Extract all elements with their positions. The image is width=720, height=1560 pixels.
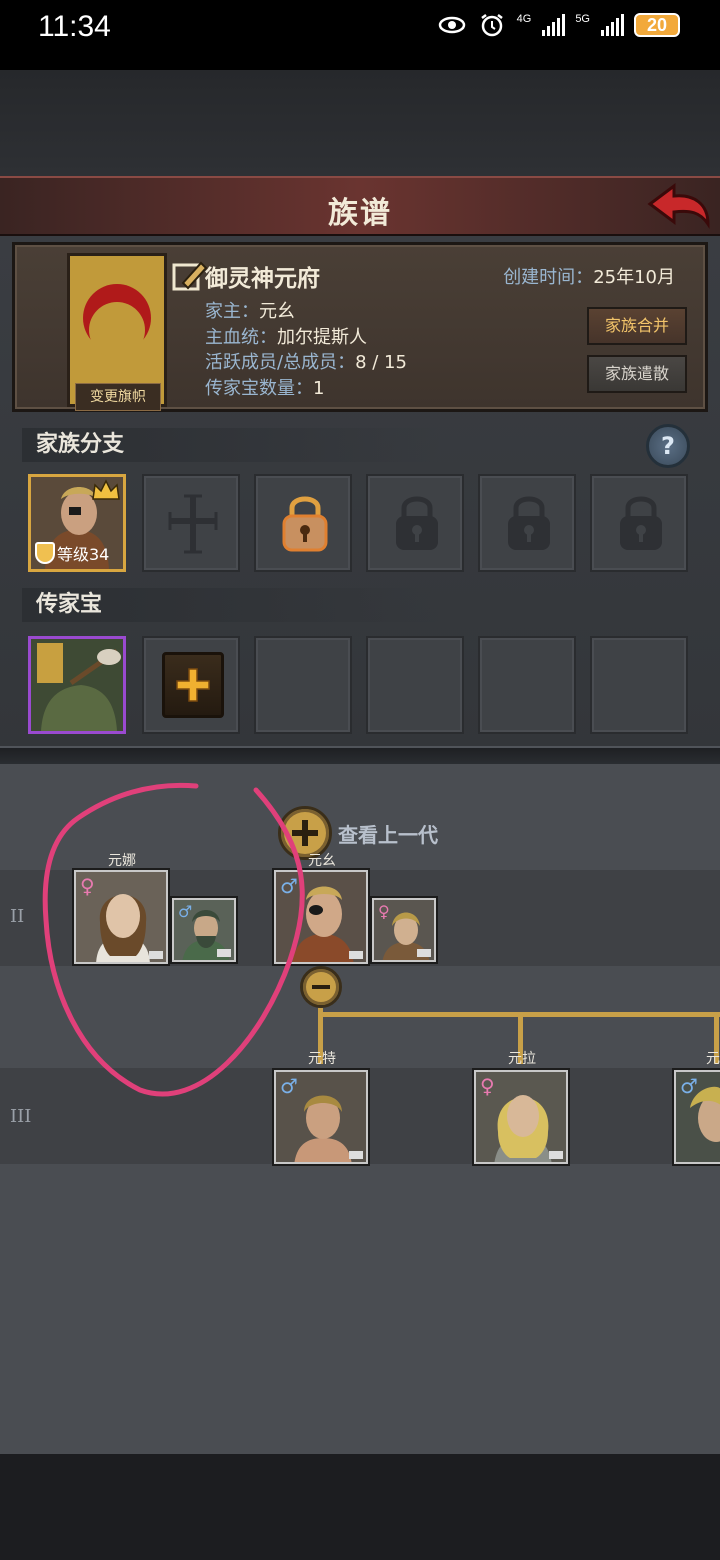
member-portrait-yuanyao[interactable]: ♂ xyxy=(274,870,368,964)
family-stats: 家主：元幺 主血统：加尔提斯人 活跃成员/总成员：8 / 15 传家宝数量：1 xyxy=(205,299,407,401)
hero-level-text: 等级34 xyxy=(57,545,110,564)
bottom-bar xyxy=(0,1454,720,1560)
head-value: 元幺 xyxy=(259,301,295,322)
generation-label-3: III xyxy=(10,1106,32,1127)
members-row: 活跃成员/总成员：8 / 15 xyxy=(205,350,407,376)
member-name: 元幺 xyxy=(308,853,336,869)
hero-level-badge: 等级34 xyxy=(35,541,109,565)
status-time: 11:34 xyxy=(38,10,111,43)
heirloom-slot-empty xyxy=(590,636,688,734)
head-row: 家主：元幺 xyxy=(205,299,407,325)
back-arrow-icon[interactable] xyxy=(646,182,712,232)
member-name: 元娜 xyxy=(108,853,136,869)
status-bar: 11:34 4G 5G 20 xyxy=(0,0,720,70)
member-name: 元 xyxy=(706,1051,720,1067)
family-name: 御灵神元府 xyxy=(205,266,320,292)
change-banner-button[interactable]: 变更旗帜 xyxy=(75,383,161,411)
crown-icon xyxy=(92,479,120,500)
member-name: 元特 xyxy=(308,1051,336,1067)
heirloom-count-value: 1 xyxy=(313,377,325,399)
family-info-card: 变更旗帜 御灵神元府 创建时间：25年10月 家主：元幺 主血统：加尔提斯人 活… xyxy=(12,242,708,412)
heirloom-count-row: 传家宝数量：1 xyxy=(205,376,407,402)
castle-icon xyxy=(417,949,431,957)
collapse-branch-button[interactable] xyxy=(300,966,342,1008)
merge-family-button[interactable]: 家族合并 xyxy=(587,307,687,345)
branch-slot-hero[interactable]: 等级34 xyxy=(28,474,126,572)
add-heirloom-button[interactable] xyxy=(162,652,224,718)
members-label: 活跃成员/总成员： xyxy=(205,352,356,373)
create-time-value: 25年10月 xyxy=(593,267,675,288)
network-type-5g: 5G xyxy=(575,13,590,25)
head-label: 家主： xyxy=(205,301,259,322)
family-panel: 变更旗帜 御灵神元府 创建时间：25年10月 家主：元幺 主血统：加尔提斯人 活… xyxy=(0,236,720,756)
eye-icon xyxy=(437,12,467,38)
shield-icon xyxy=(35,542,55,564)
heirloom-slot-item[interactable] xyxy=(28,636,126,734)
heirloom-slot-empty xyxy=(254,636,352,734)
lock-icon xyxy=(620,496,662,550)
page-header: 族谱 xyxy=(0,176,720,236)
heirlooms-title: 传家宝 xyxy=(22,588,442,622)
castle-icon xyxy=(349,951,363,959)
heirloom-count-label: 传家宝数量： xyxy=(205,377,313,399)
section-divider xyxy=(0,746,720,764)
member-portrait-yuanla[interactable]: ♀ xyxy=(474,1070,568,1164)
castle-icon xyxy=(149,951,163,959)
heirloom-slot-add[interactable] xyxy=(142,636,240,734)
female-icon: ♀ xyxy=(480,1074,495,1098)
branch-slot-locked xyxy=(590,474,688,572)
bloodline-value: 加尔提斯人 xyxy=(277,326,367,348)
create-time-label: 创建时间： xyxy=(503,267,594,288)
branch-slot-unlockable[interactable] xyxy=(254,474,352,572)
branches-title: 家族分支 xyxy=(22,428,442,462)
male-icon: ♂ xyxy=(280,874,298,898)
lock-icon xyxy=(508,496,550,550)
member-portrait-partial[interactable]: ♂ xyxy=(674,1070,720,1164)
male-icon: ♂ xyxy=(178,902,193,921)
dissolve-family-button[interactable]: 家族遣散 xyxy=(587,355,687,393)
castle-icon xyxy=(217,949,231,957)
alarm-icon xyxy=(477,12,507,38)
crescent-emblem-icon xyxy=(83,284,151,358)
create-time: 创建时间：25年10月 xyxy=(503,263,675,289)
members-value: 8 / 15 xyxy=(355,352,407,373)
branch-slot-locked xyxy=(478,474,576,572)
help-button[interactable]: ? xyxy=(646,424,690,468)
branch-slot-locked xyxy=(366,474,464,572)
family-tree[interactable]: II III 查看上一代 元娜 ♀ ♂ 元幺 ♂ ♀ 元特 ♂ 元拉 ♀ 元 ♂ xyxy=(0,764,720,1454)
male-icon: ♂ xyxy=(680,1074,698,1098)
castle-icon xyxy=(549,1151,563,1159)
lock-icon xyxy=(396,496,438,550)
lock-icon-gold xyxy=(282,496,328,552)
female-icon: ♀ xyxy=(80,874,95,898)
member-portrait-yuante[interactable]: ♂ xyxy=(274,1070,368,1164)
heirloom-slot-empty xyxy=(478,636,576,734)
member-name: 元拉 xyxy=(508,1051,536,1067)
status-icons: 4G 5G 20 xyxy=(437,12,680,38)
spouse-portrait[interactable]: ♀ xyxy=(372,898,436,962)
branch-slot-empty[interactable] xyxy=(142,474,240,572)
plus-icon xyxy=(176,668,210,702)
signal-icon xyxy=(542,14,566,36)
heirloom-item-image xyxy=(31,639,123,731)
bloodline-row: 主血统：加尔提斯人 xyxy=(205,325,407,351)
generation-label-2: II xyxy=(10,906,25,927)
top-band xyxy=(0,70,720,176)
signal-icon-2 xyxy=(601,14,624,36)
view-previous-generation-label: 查看上一代 xyxy=(338,822,438,847)
spouse-portrait[interactable]: ♂ xyxy=(172,898,236,962)
network-type-4g: 4G xyxy=(516,13,532,25)
bloodline-label: 主血统： xyxy=(205,326,277,348)
member-portrait-yuanna[interactable]: ♀ xyxy=(74,870,168,964)
edit-icon[interactable] xyxy=(171,257,209,295)
castle-icon xyxy=(349,1151,363,1159)
cross-emblem-icon xyxy=(168,494,218,554)
heirloom-slot-empty xyxy=(366,636,464,734)
battery-icon: 20 xyxy=(634,13,680,37)
page-title: 族谱 xyxy=(328,196,392,231)
male-icon: ♂ xyxy=(280,1074,298,1098)
female-icon: ♀ xyxy=(378,902,390,921)
